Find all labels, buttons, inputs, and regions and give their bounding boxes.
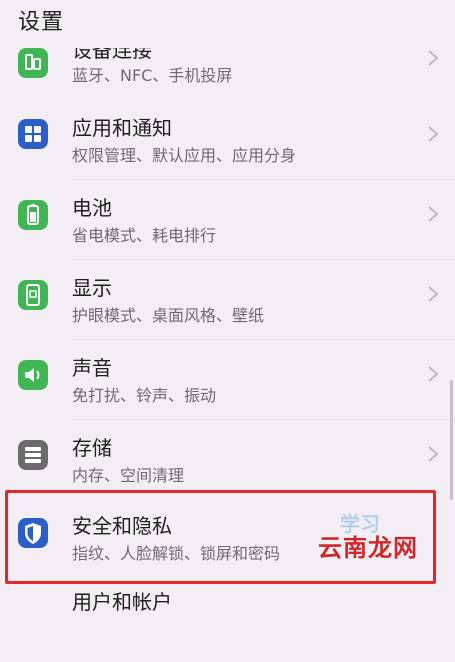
page-title: 设置 — [18, 10, 65, 35]
settings-item-battery[interactable]: 电池 省电模式、耗电排行 — [0, 180, 455, 260]
chevron-right-icon — [426, 284, 440, 304]
chevron-right-icon — [426, 124, 440, 144]
settings-item-apps-notifications[interactable]: 应用和通知 权限管理、默认应用、应用分身 — [0, 100, 455, 180]
settings-item-title: 声音 — [72, 356, 112, 380]
settings-item-subtitle: 权限管理、默认应用、应用分身 — [72, 146, 297, 165]
settings-item-storage[interactable]: 存储 内存、空间清理 — [0, 420, 455, 500]
settings-item-title: 显示 — [72, 276, 112, 300]
scrollbar[interactable] — [450, 380, 453, 500]
settings-item-title: 电池 — [72, 196, 112, 220]
settings-list: 设备连接 蓝牙、NFC、手机投屏 应用和通知 权限管理、默认应用、应用分身 电池… — [0, 0, 455, 614]
settings-item-display[interactable]: 显示 护眼模式、桌面风格、壁纸 — [0, 260, 455, 340]
chevron-right-icon — [426, 204, 440, 224]
device-connection-icon — [18, 48, 48, 78]
chevron-right-icon — [426, 48, 440, 68]
chevron-right-icon — [426, 444, 440, 464]
settings-item-sound[interactable]: 声音 免打扰、铃声、振动 — [0, 340, 455, 420]
battery-icon — [18, 200, 48, 230]
settings-item-title: 安全和隐私 — [72, 514, 172, 538]
shield-icon — [18, 518, 48, 548]
storage-icon — [18, 440, 48, 470]
settings-item-title: 存储 — [72, 436, 112, 460]
settings-item-subtitle: 蓝牙、NFC、手机投屏 — [72, 66, 233, 85]
settings-item-subtitle: 护眼模式、桌面风格、壁纸 — [72, 306, 265, 325]
sound-icon — [18, 360, 48, 390]
settings-item-subtitle: 内存、空间清理 — [72, 466, 185, 485]
settings-item-users-accounts[interactable]: 用户和帐户 — [0, 582, 455, 662]
app-header: 设置 — [0, 0, 455, 48]
settings-item-subtitle: 指纹、人脸解锁、锁屏和密码 — [72, 544, 281, 563]
settings-item-subtitle: 省电模式、耗电排行 — [72, 226, 217, 245]
settings-item-subtitle: 免打扰、铃声、振动 — [72, 386, 217, 405]
chevron-right-icon — [426, 364, 440, 384]
display-icon — [18, 280, 48, 310]
settings-item-title: 应用和通知 — [72, 116, 172, 140]
settings-item-title: 用户和帐户 — [72, 590, 172, 614]
apps-icon — [18, 119, 48, 149]
watermark: 云南龙网 — [318, 533, 418, 562]
